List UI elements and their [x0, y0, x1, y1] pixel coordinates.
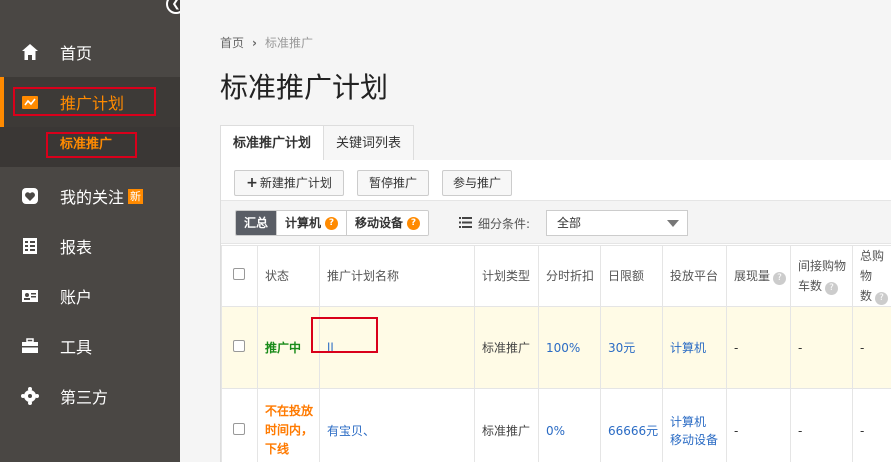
plan-table: 状态 推广计划名称 计划类型 分时折扣 日限额 投放平台 展现量? 间接购物 车数… — [221, 245, 891, 462]
col-total-cart[interactable]: 总购物数? — [852, 245, 891, 307]
list-icon — [459, 216, 472, 231]
discount-link[interactable]: 100% — [538, 306, 601, 389]
home-icon — [20, 42, 40, 62]
plan-type-cell: 标准推广 — [474, 388, 539, 462]
daily-limit-link[interactable]: 30元 — [600, 306, 663, 389]
help-icon[interactable]: ? — [875, 292, 889, 305]
platform-link[interactable]: 计算机 — [662, 306, 727, 389]
daily-limit-link[interactable]: 66666元 — [600, 388, 663, 462]
table-header-row: 状态 推广计划名称 计划类型 分时折扣 日限额 投放平台 展现量? 间接购物 车数… — [221, 245, 891, 307]
select-all-checkbox[interactable] — [233, 268, 245, 280]
impressions-cell: - — [726, 388, 791, 462]
status-cell: 不在投放 时间内， 下线 — [257, 388, 320, 462]
sidebar-item-label: 报表 — [60, 238, 93, 257]
breadcrumb-current: 标准推广 — [264, 36, 313, 50]
plan-type-cell: 标准推广 — [474, 306, 539, 389]
indirect-cart-cell: - — [790, 388, 853, 462]
highlight-box — [13, 87, 156, 116]
sidebar-item-label: 工具 — [60, 338, 93, 357]
col-platform: 投放平台 — [662, 245, 727, 307]
new-plan-button[interactable]: + 新建推广计划 — [234, 170, 344, 196]
col-indirect-cart[interactable]: 间接购物 车数? — [790, 245, 853, 307]
join-button[interactable]: 参与推广 — [442, 170, 512, 196]
page-title: 标准推广计划 — [220, 71, 389, 104]
condition-select[interactable]: 全部 — [546, 210, 688, 236]
report-icon — [20, 236, 40, 256]
help-icon[interactable]: ? — [773, 272, 787, 285]
table-row: 不在投放 时间内， 下线 有宝贝、 标准推广 0% 66666元 计算机 移动设备 -… — [221, 388, 891, 462]
segment-mobile[interactable]: 移动设备? — [347, 211, 429, 235]
sidebar-subitem-standard[interactable]: 标准推广 — [46, 132, 137, 158]
third-party-icon — [20, 386, 40, 406]
sidebar-item-label: 第三方 — [60, 388, 109, 407]
segment-computer[interactable]: 计算机? — [277, 211, 348, 235]
plan-panel: + 新建推广计划 暂停推广 参与推广 汇总 计算机? 移动设备? 细分条件: 全部 — [220, 160, 891, 462]
account-icon — [20, 286, 40, 306]
sidebar-item-label: 首页 — [60, 44, 93, 63]
tab-bar: 标准推广计划 关键词列表 — [220, 125, 415, 161]
toolbox-icon — [20, 336, 40, 356]
row-checkbox[interactable] — [233, 340, 245, 352]
col-status: 状态 — [257, 245, 320, 307]
sidebar-item-report[interactable]: 报表 — [0, 221, 180, 271]
row-checkbox[interactable] — [233, 423, 245, 435]
breadcrumb: 首页 › 标准推广 — [220, 34, 313, 51]
col-type: 计划类型 — [474, 245, 539, 307]
heart-icon — [20, 186, 40, 206]
total-cart-cell: - — [852, 388, 891, 462]
breadcrumb-home[interactable]: 首页 — [220, 36, 244, 50]
sidebar-item-follow[interactable]: 我的关注 新 — [0, 171, 180, 221]
tab-standard-plan[interactable]: 标准推广计划 — [220, 125, 325, 161]
sidebar-item-third-party[interactable]: 第三方 — [0, 371, 180, 421]
main-content: 首页 › 标准推广 标准推广计划 标准推广计划 关键词列表 + 新建推广计划 暂停推广… — [180, 0, 891, 462]
condition-label: 细分条件: — [459, 215, 530, 232]
sidebar-item-label: 账户 — [60, 288, 93, 307]
sidebar-item-tools[interactable]: 工具 — [0, 321, 180, 371]
col-name[interactable]: 推广计划名称 — [319, 245, 475, 307]
sidebar: ❮ 首页 推广计划 标准推广 我的关注 新 报表 账户 工具 第三方 — [0, 0, 186, 462]
platform-link[interactable]: 计算机 移动设备 — [662, 388, 727, 462]
new-badge: 新 — [128, 188, 144, 204]
tab-keyword-list[interactable]: 关键词列表 — [323, 125, 415, 161]
help-icon[interactable]: ? — [325, 216, 339, 230]
help-icon[interactable]: ? — [825, 282, 839, 295]
sidebar-item-home[interactable]: 首页 — [0, 27, 180, 77]
col-impressions[interactable]: 展现量? — [726, 245, 791, 307]
col-daily-limit: 日限额 — [600, 245, 663, 307]
sidebar-item-account[interactable]: 账户 — [0, 271, 180, 321]
pause-button[interactable]: 暂停推广 — [357, 170, 429, 196]
col-discount: 分时折扣 — [538, 245, 601, 307]
help-icon[interactable]: ? — [407, 216, 421, 230]
plus-icon: + — [246, 175, 258, 191]
plan-name-link[interactable]: 有宝贝、 — [319, 388, 475, 462]
highlight-box — [311, 317, 378, 353]
filter-bar: 汇总 计算机? 移动设备? 细分条件: 全部 — [221, 200, 891, 244]
total-cart-cell: - — [852, 306, 891, 389]
breadcrumb-separator-icon: › — [252, 36, 257, 50]
sidebar-item-label: 我的关注 — [60, 188, 125, 207]
discount-link[interactable]: 0% — [538, 388, 601, 462]
indirect-cart-cell: - — [790, 306, 853, 389]
chevron-down-icon — [667, 220, 679, 227]
device-segment: 汇总 计算机? 移动设备? — [235, 210, 430, 236]
impressions-cell: - — [726, 306, 791, 389]
segment-summary[interactable]: 汇总 — [236, 211, 278, 235]
